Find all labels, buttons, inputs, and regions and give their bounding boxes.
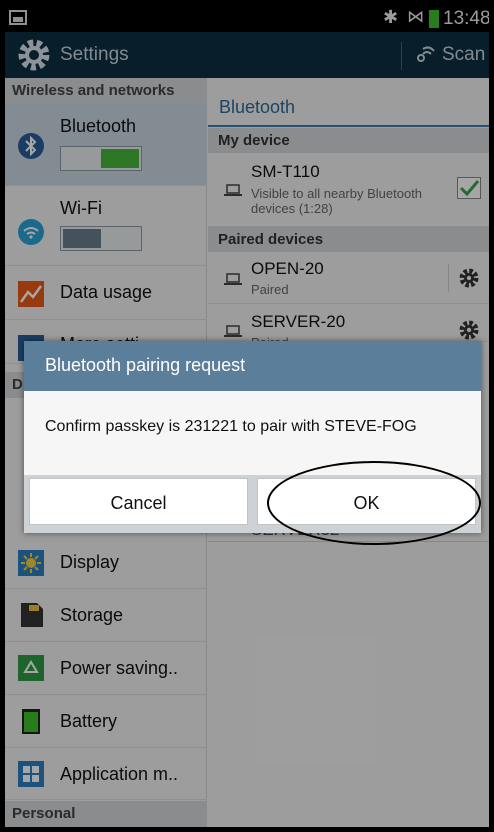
cancel-button[interactable]: Cancel bbox=[29, 478, 248, 525]
dialog-title: Bluetooth pairing request bbox=[24, 341, 481, 391]
dialog-message: Confirm passkey is 231221 to pair with S… bbox=[45, 418, 417, 435]
device-screen: ✱ ⋈ 13:48 Settings Scan Wireless and net… bbox=[5, 5, 489, 827]
annotation-circle bbox=[267, 461, 481, 545]
